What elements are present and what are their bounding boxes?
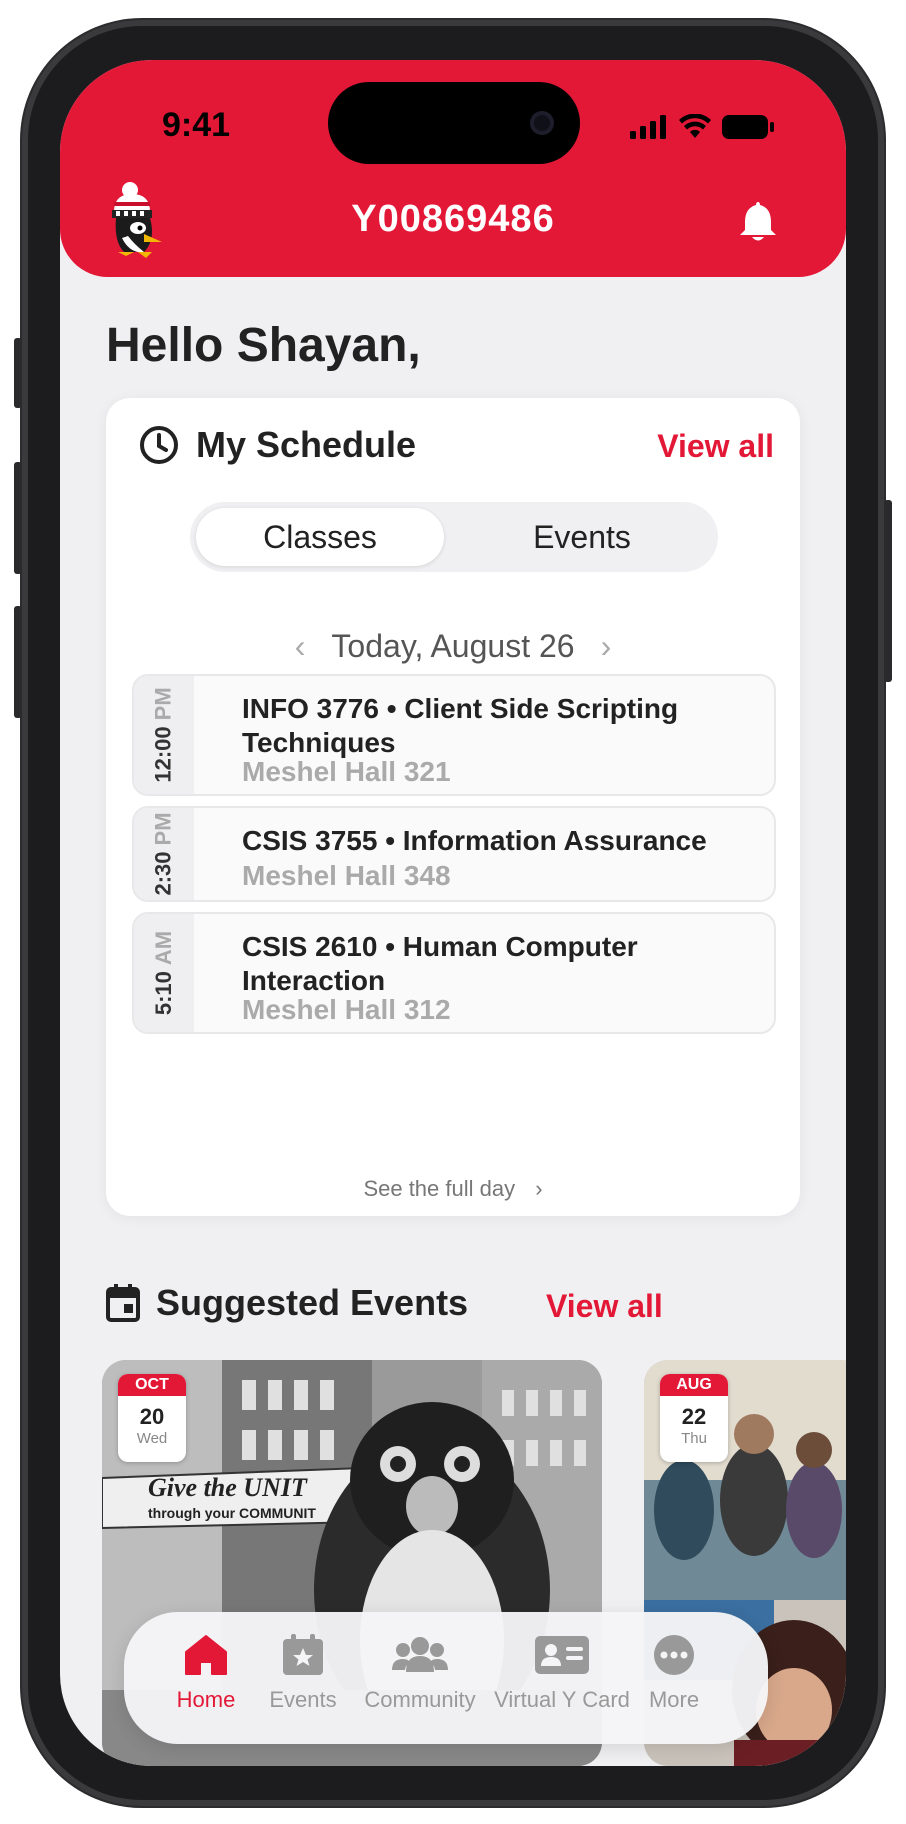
current-date: Today, August 26 <box>331 628 575 664</box>
home-icon <box>185 1635 227 1675</box>
action-button <box>14 338 22 408</box>
tab-events[interactable]: Events <box>458 508 706 566</box>
see-full-day-label: See the full day <box>363 1176 516 1201</box>
event-day: 22 <box>681 1404 707 1429</box>
screen: 9:41 Y00869486 Hello Shayan, My Schedule… <box>60 60 846 1766</box>
chevron-right-icon[interactable]: › <box>601 628 612 665</box>
schedule-title: My Schedule <box>196 424 417 465</box>
people-icon <box>392 1637 448 1672</box>
event-date-badge: AUG 22 Thu <box>660 1374 728 1462</box>
bell-icon[interactable] <box>738 200 778 242</box>
class-title: CSIS 3755 • Information Assurance <box>242 825 707 856</box>
class-time: 5:10 AM <box>134 914 194 1032</box>
bottom-tab-bar: Home Events Community Virtual Y Card Mor… <box>124 1612 768 1744</box>
class-time-ampm: PM <box>151 687 176 721</box>
suggested-events-header: Suggested Events <box>106 1282 468 1324</box>
events-view-all-link[interactable]: View all <box>546 1288 663 1325</box>
event-day: 20 <box>139 1404 165 1429</box>
event-weekday: Thu <box>681 1430 707 1447</box>
date-navigator: ‹ Today, August 26 › <box>106 628 800 665</box>
class-title: CSIS 2610 • Human Computer Interaction <box>242 931 638 996</box>
class-time-ampm: PM <box>151 812 177 846</box>
class-time: 2:30 PM <box>134 808 194 900</box>
class-location: Meshel Hall 321 <box>242 756 451 787</box>
battery-icon <box>722 115 774 139</box>
banner-text: Give the UNIT <box>148 1473 308 1502</box>
tab-classes[interactable]: Classes <box>196 508 444 566</box>
class-item[interactable]: 12:00 PM INFO 3776 • Client Side Scriptin… <box>132 674 776 796</box>
app-header: 9:41 Y00869486 <box>60 60 846 277</box>
banner-graphic: Give the UNIT through your COMMUNIT <box>148 1473 316 1521</box>
tab-more[interactable]: More <box>636 1634 712 1713</box>
class-time: 12:00 PM <box>134 676 194 794</box>
calendar-star-icon <box>283 1634 323 1675</box>
class-time-ampm: AM <box>151 930 177 966</box>
volume-up-button <box>14 462 22 574</box>
class-item[interactable]: 2:30 PM CSIS 3755 • Information Assurance… <box>132 806 776 902</box>
power-button <box>884 500 892 682</box>
more-icon <box>654 1635 694 1675</box>
wifi-icon <box>679 114 711 138</box>
tab-events[interactable]: Events <box>260 1634 346 1713</box>
volume-down-button <box>14 606 22 718</box>
event-month: OCT <box>118 1374 186 1396</box>
status-time: 9:41 <box>162 106 231 144</box>
tab-more-label: More <box>648 1687 700 1712</box>
signal-icon <box>630 115 666 139</box>
event-date-badge: OCT 20 Wed <box>118 1374 186 1462</box>
status-icons <box>630 112 774 142</box>
class-time-value: 12:00 <box>151 726 176 783</box>
class-item[interactable]: 5:10 AM CSIS 2610 • Human Computer Intera… <box>132 912 776 1034</box>
schedule-view-all-link[interactable]: View all <box>657 428 774 465</box>
class-time-value: 2:30 <box>151 851 177 896</box>
event-weekday: Wed <box>136 1430 168 1447</box>
tab-home-label: Home <box>176 1687 236 1712</box>
tab-virtual-y-card[interactable]: Virtual Y Card <box>492 1634 632 1713</box>
class-location: Meshel Hall 348 <box>242 860 451 891</box>
dynamic-island <box>328 82 580 164</box>
banner-subtext: through your COMMUNIT <box>148 1505 316 1521</box>
greeting: Hello Shayan, <box>106 319 421 372</box>
clock-icon <box>140 426 178 464</box>
schedule-segmented-control: Classes Events <box>190 502 718 572</box>
tab-community[interactable]: Community <box>360 1634 480 1713</box>
schedule-card: My Schedule View all Classes Events ‹ To… <box>106 398 800 1216</box>
tab-home[interactable]: Home <box>158 1634 254 1713</box>
class-location: Meshel Hall 312 <box>242 994 451 1025</box>
see-full-day-link[interactable]: See the full day › <box>106 1176 800 1202</box>
class-title: INFO 3776 • Client Side Scripting Techni… <box>242 693 679 758</box>
camera-icon <box>530 111 554 135</box>
student-id: Y00869486 <box>351 198 555 240</box>
tab-community-label: Community <box>364 1687 476 1712</box>
event-month: AUG <box>660 1374 728 1396</box>
suggested-events-title: Suggested Events <box>156 1282 469 1323</box>
tab-virtual-y-card-label: Virtual Y Card <box>494 1687 630 1712</box>
schedule-header: My Schedule <box>138 424 416 466</box>
chevron-left-icon[interactable]: ‹ <box>295 628 306 665</box>
calendar-icon <box>106 1284 140 1322</box>
chevron-right-icon: › <box>535 1176 543 1201</box>
tab-events-label: Events <box>269 1687 337 1712</box>
id-card-icon <box>535 1636 589 1674</box>
class-time-value: 5:10 <box>151 971 177 1016</box>
